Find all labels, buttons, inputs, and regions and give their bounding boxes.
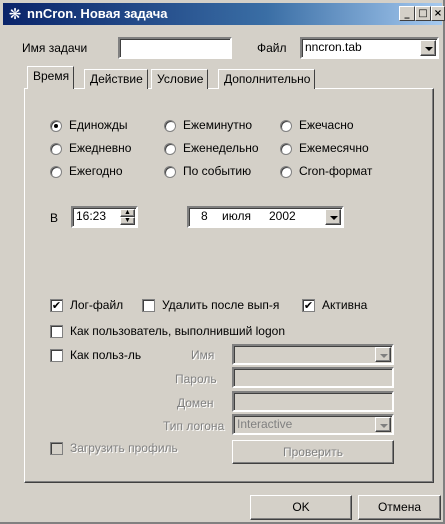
radio-cron-format[interactable] — [280, 166, 292, 178]
radio-daily[interactable] — [50, 143, 62, 155]
radio-hourly-label: Ежечасно — [299, 118, 354, 132]
radio-on-event-label: По событию — [183, 164, 252, 178]
radio-every-minute-label: Ежеминутно — [183, 118, 253, 132]
password-label: Пароль — [175, 372, 217, 386]
radio-yearly-label: Ежегодно — [69, 164, 123, 178]
log-file-label: Лог-файл — [70, 298, 124, 312]
tab-action[interactable]: Действие — [84, 69, 148, 89]
app-icon: ❋ — [8, 5, 22, 23]
tab-time[interactable]: Время — [27, 66, 75, 89]
time-spinner[interactable]: 16:23 ▲ ▼ — [71, 206, 138, 228]
logon-type-dropdown-arrow-icon[interactable] — [375, 417, 391, 432]
maximize-button[interactable]: □ — [415, 6, 431, 21]
spin-up-icon[interactable]: ▲ — [120, 209, 135, 217]
date-day: 8 — [201, 209, 208, 223]
date-month: июля — [222, 209, 251, 223]
radio-monthly-label: Ежемесячно — [299, 141, 369, 155]
domain-input[interactable] — [232, 391, 394, 412]
user-name-label: Имя — [191, 348, 215, 362]
task-name-input[interactable] — [118, 37, 232, 59]
as-logged-user-checkbox[interactable] — [50, 325, 63, 338]
radio-monthly[interactable] — [280, 143, 292, 155]
date-year: 2002 — [269, 209, 296, 223]
as-user-checkbox[interactable] — [50, 349, 63, 362]
task-name-label: Имя задачи — [22, 41, 88, 55]
as-user-label: Как польз-ль — [70, 348, 142, 362]
cancel-button[interactable]: Отмена — [358, 495, 441, 520]
logon-type-label: Тип логона — [163, 419, 225, 433]
time-at-label: В — [50, 211, 59, 225]
date-dropdown-arrow-icon[interactable] — [325, 209, 341, 225]
date-picker[interactable]: 8 июля 2002 — [187, 206, 344, 228]
title-bar[interactable]: ❋ nnCron. Новая задача _ □ × — [3, 3, 445, 25]
window-title: nnCron. Новая задача — [27, 6, 168, 21]
radio-once-label: Единожды — [69, 118, 128, 132]
active-label: Активна — [322, 298, 368, 312]
as-logged-user-label: Как пользователь, выполнивший logon — [70, 324, 286, 338]
spin-down-icon[interactable]: ▼ — [120, 217, 135, 225]
ok-button[interactable]: OK — [250, 495, 352, 520]
active-checkbox[interactable]: ✔ — [302, 299, 315, 312]
user-name-dropdown-arrow-icon[interactable] — [375, 347, 391, 362]
tab-advanced[interactable]: Дополнительно — [218, 69, 316, 89]
logon-type-select[interactable]: Interactive — [232, 414, 394, 435]
radio-hourly[interactable] — [280, 120, 292, 132]
radio-weekly[interactable] — [164, 143, 176, 155]
radio-weekly-label: Еженедельно — [183, 141, 259, 155]
check-button[interactable]: Проверить — [232, 440, 394, 464]
radio-daily-label: Ежедневно — [69, 141, 132, 155]
delete-after-checkbox[interactable] — [142, 299, 155, 312]
radio-on-event[interactable] — [164, 166, 176, 178]
task-dialog-window: ❋ nnCron. Новая задача _ □ × Имя задачи … — [0, 0, 445, 524]
domain-label: Домен — [177, 396, 214, 410]
load-profile-checkbox[interactable] — [50, 442, 63, 455]
load-profile-label: Загрузить профиль — [70, 441, 178, 455]
user-name-select[interactable] — [232, 344, 394, 365]
minimize-button[interactable]: _ — [399, 6, 415, 21]
delete-after-label: Удалить после вып-я — [162, 298, 280, 312]
radio-once[interactable] — [50, 120, 62, 132]
log-file-checkbox[interactable]: ✔ — [50, 299, 63, 312]
password-input[interactable] — [232, 367, 394, 388]
tab-condition[interactable]: Условие — [151, 69, 209, 89]
radio-every-minute[interactable] — [164, 120, 176, 132]
radio-yearly[interactable] — [50, 166, 62, 178]
file-select[interactable]: nncron.tab — [300, 37, 439, 59]
close-button[interactable]: × — [431, 6, 445, 21]
file-dropdown-arrow-icon[interactable] — [420, 40, 436, 56]
radio-cron-format-label: Cron-формат — [299, 164, 373, 178]
file-label: Файл — [257, 41, 287, 55]
